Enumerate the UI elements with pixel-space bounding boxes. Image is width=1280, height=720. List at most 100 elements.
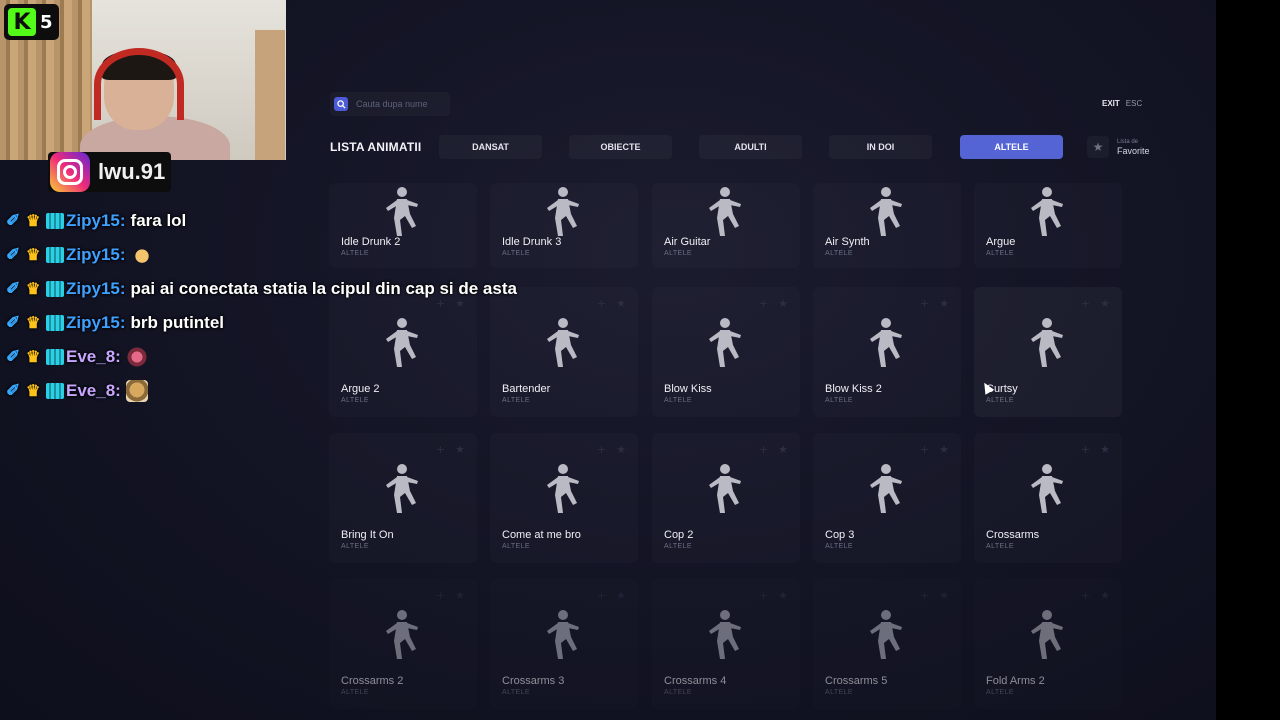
star-icon[interactable]: ★ bbox=[778, 443, 788, 456]
kick-logo-icon: K bbox=[8, 8, 36, 36]
chat-username: Eve_8: bbox=[66, 347, 121, 366]
chat-overlay: ✐ ♛ Zipy15: fara lol ✐ ♛ Zipy15: ✐ ♛ Zipy15: pai a… bbox=[6, 204, 566, 408]
instagram-icon bbox=[50, 152, 90, 192]
animation-card[interactable]: + ★ Crossarms 5 ALTELE bbox=[813, 579, 961, 709]
animation-figure-icon bbox=[380, 463, 426, 515]
animation-card[interactable]: Argue ALTELE bbox=[974, 183, 1122, 268]
favorites-button[interactable]: ★ Lista de Favorite bbox=[1087, 135, 1150, 159]
animation-figure-icon bbox=[380, 317, 426, 369]
sword-badge-icon: ✐ bbox=[6, 211, 21, 230]
star-icon[interactable]: ★ bbox=[1100, 589, 1110, 602]
search-box[interactable] bbox=[330, 92, 450, 116]
animation-card[interactable]: Air Guitar ALTELE bbox=[652, 183, 800, 268]
chat-message: ✐ ♛ Eve_8: bbox=[6, 340, 566, 374]
star-icon[interactable]: ★ bbox=[616, 589, 626, 602]
animation-card[interactable]: + ★ Crossarms 4 ALTELE bbox=[652, 579, 800, 709]
animation-figure-icon bbox=[1025, 317, 1071, 369]
animation-category: ALTELE bbox=[825, 689, 853, 696]
star-icon[interactable]: ★ bbox=[455, 589, 465, 602]
add-icon[interactable]: + bbox=[436, 589, 445, 602]
animation-category: ALTELE bbox=[664, 397, 692, 404]
favorites-label: Favorite bbox=[1117, 145, 1150, 156]
animation-category: ALTELE bbox=[664, 250, 692, 257]
add-icon[interactable]: + bbox=[1081, 297, 1090, 310]
chat-message: ✐ ♛ Eve_8: bbox=[6, 374, 566, 408]
star-icon[interactable]: ★ bbox=[455, 443, 465, 456]
animation-card[interactable]: + ★ Cop 2 ALTELE bbox=[652, 433, 800, 563]
star-icon[interactable]: ★ bbox=[616, 297, 626, 310]
animation-card[interactable]: + ★ Crossarms 2 ALTELE bbox=[329, 579, 477, 709]
crown-badge-icon: ♛ bbox=[26, 213, 41, 230]
add-icon[interactable]: + bbox=[759, 589, 768, 602]
add-icon[interactable]: + bbox=[436, 297, 445, 310]
add-icon[interactable]: + bbox=[597, 443, 606, 456]
animation-card[interactable]: + ★ Blow Kiss ALTELE bbox=[652, 287, 800, 417]
animation-figure-icon bbox=[864, 186, 910, 238]
animation-figure-icon bbox=[1025, 609, 1071, 661]
animation-category: ALTELE bbox=[825, 250, 853, 257]
add-icon[interactable]: + bbox=[920, 443, 929, 456]
add-icon[interactable]: + bbox=[920, 589, 929, 602]
star-icon[interactable]: ★ bbox=[939, 443, 949, 456]
star-icon[interactable]: ★ bbox=[616, 443, 626, 456]
animation-name: Bring It On bbox=[341, 529, 394, 541]
card-actions: + ★ bbox=[597, 589, 626, 602]
card-actions: + ★ bbox=[1081, 589, 1110, 602]
exit-label[interactable]: EXIT bbox=[1102, 99, 1120, 108]
animation-card[interactable]: + ★ Crossarms 3 ALTELE bbox=[490, 579, 638, 709]
tab-adulti[interactable]: ADULTI bbox=[699, 135, 802, 159]
star-icon[interactable]: ★ bbox=[939, 589, 949, 602]
animation-figure-icon bbox=[541, 463, 587, 515]
star-icon[interactable]: ★ bbox=[1100, 297, 1110, 310]
animation-card[interactable]: + ★ Come at me bro ALTELE bbox=[490, 433, 638, 563]
animation-card[interactable]: + ★ Bring It On ALTELE bbox=[329, 433, 477, 563]
right-letterbox bbox=[1216, 0, 1280, 720]
star-icon[interactable]: ★ bbox=[778, 297, 788, 310]
animation-card[interactable]: + ★ Argue 2 ALTELE bbox=[329, 287, 477, 417]
add-icon[interactable]: + bbox=[759, 443, 768, 456]
add-icon[interactable]: + bbox=[597, 297, 606, 310]
chat-text: fara lol bbox=[130, 211, 187, 230]
animation-card[interactable]: + ★ Bartender ALTELE bbox=[490, 287, 638, 417]
tab-obiecte[interactable]: OBIECTE bbox=[569, 135, 672, 159]
animation-card[interactable]: + ★ Blow Kiss 2 ALTELE bbox=[813, 287, 961, 417]
add-icon[interactable]: + bbox=[597, 589, 606, 602]
instagram-tag: lwu.91 bbox=[48, 152, 172, 192]
headset bbox=[94, 48, 184, 120]
add-icon[interactable]: + bbox=[759, 297, 768, 310]
animation-card[interactable]: + ★ Curtsy ALTELE bbox=[974, 287, 1122, 417]
chat-badges: ✐ ♛ bbox=[6, 279, 64, 299]
search-input[interactable] bbox=[356, 99, 444, 109]
animation-category: ALTELE bbox=[986, 543, 1014, 550]
animation-category: ALTELE bbox=[502, 250, 530, 257]
tab-altele[interactable]: ALTELE bbox=[960, 135, 1063, 159]
chat-username: Zipy15: bbox=[66, 279, 126, 298]
animation-card[interactable]: Air Synth ALTELE bbox=[813, 183, 961, 268]
card-actions: + ★ bbox=[436, 297, 465, 310]
sword-badge-icon: ✐ bbox=[6, 279, 21, 298]
tab-in-doi[interactable]: IN DOI bbox=[829, 135, 932, 159]
chat-message: ✐ ♛ Zipy15: fara lol bbox=[6, 204, 566, 238]
card-actions: + ★ bbox=[759, 589, 788, 602]
animation-card[interactable]: Idle Drunk 3 ALTELE bbox=[490, 183, 638, 268]
animation-card[interactable]: + ★ Fold Arms 2 ALTELE bbox=[974, 579, 1122, 709]
star-icon[interactable]: ★ bbox=[455, 297, 465, 310]
crown-badge-icon: ♛ bbox=[26, 315, 41, 332]
animation-card[interactable]: + ★ Cop 3 ALTELE bbox=[813, 433, 961, 563]
add-icon[interactable]: + bbox=[1081, 443, 1090, 456]
add-icon[interactable]: + bbox=[920, 297, 929, 310]
add-icon[interactable]: + bbox=[1081, 589, 1090, 602]
animation-name: Fold Arms 2 bbox=[986, 675, 1045, 687]
animation-category: ALTELE bbox=[986, 689, 1014, 696]
tab-dansat[interactable]: DANSAT bbox=[439, 135, 542, 159]
star-icon[interactable]: ★ bbox=[1100, 443, 1110, 456]
animation-category: ALTELE bbox=[502, 689, 530, 696]
animation-card[interactable]: Idle Drunk 2 ALTELE bbox=[329, 183, 477, 268]
chat-username: Zipy15: bbox=[66, 313, 126, 332]
star-icon[interactable]: ★ bbox=[939, 297, 949, 310]
exit-control[interactable]: EXIT ESC bbox=[1102, 99, 1142, 108]
animation-card[interactable]: + ★ Crossarms ALTELE bbox=[974, 433, 1122, 563]
add-icon[interactable]: + bbox=[436, 443, 445, 456]
star-icon[interactable]: ★ bbox=[778, 589, 788, 602]
animation-name: Crossarms 2 bbox=[341, 675, 404, 687]
